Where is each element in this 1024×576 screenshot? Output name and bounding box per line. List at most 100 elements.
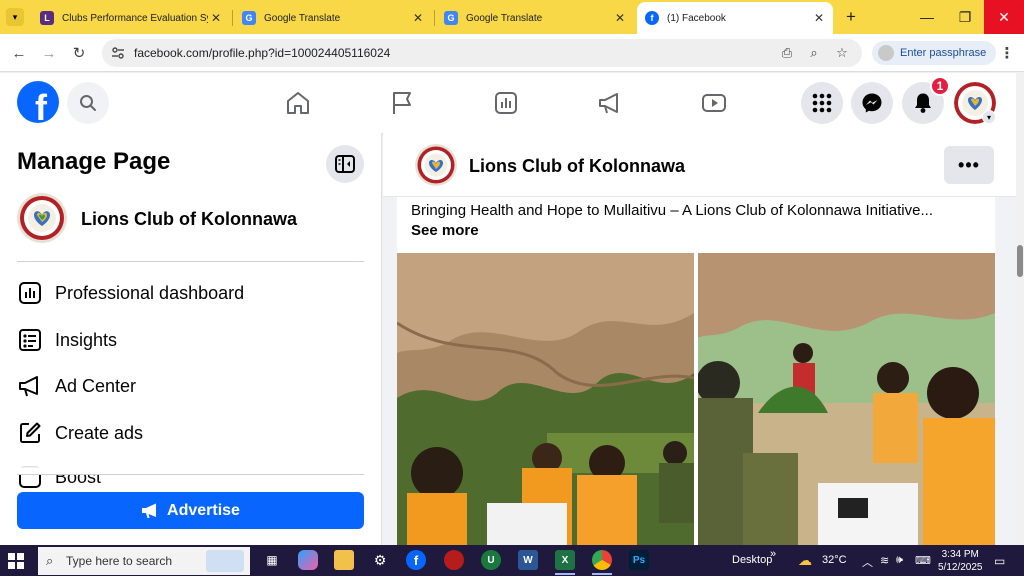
reload-button[interactable]: ↻ (68, 42, 90, 64)
volume-icon[interactable]: 🕪 (896, 554, 903, 567)
enter-passphrase-button[interactable]: Enter passphrase (872, 41, 997, 65)
task-view-icon[interactable]: ▦ (262, 550, 282, 570)
keyboard-icon[interactable]: ⌨ (915, 554, 931, 567)
megaphone-icon (142, 503, 157, 518)
back-button[interactable]: ← (8, 42, 30, 64)
copilot-icon[interactable] (298, 550, 318, 570)
megaphone-icon (17, 373, 43, 399)
close-icon[interactable]: ✕ (410, 11, 426, 25)
page-avatar[interactable] (17, 193, 67, 243)
sidebar-item-insights[interactable]: Insights (17, 318, 364, 362)
photoshop-icon[interactable]: Ps (629, 550, 649, 570)
post-author-name[interactable]: Lions Club of Kolonnawa (469, 156, 685, 177)
bookmark-star-icon[interactable]: ☆ (834, 45, 850, 61)
close-icon[interactable]: ✕ (612, 11, 628, 25)
tab-search-dropdown[interactable]: ▾ (6, 8, 24, 26)
browser-tab-facebook[interactable]: f (1) Facebook ✕ (637, 2, 833, 34)
search-button[interactable] (67, 82, 109, 124)
settings-icon[interactable]: ⚙ (370, 550, 390, 570)
close-icon[interactable]: ✕ (208, 11, 224, 25)
search-icon: ⌕ (46, 553, 54, 568)
ads-nav[interactable] (592, 85, 628, 121)
word-icon[interactable]: W (518, 550, 538, 570)
advertise-button[interactable]: Advertise (17, 492, 364, 529)
search-icon (80, 95, 96, 111)
browser-tab-clubs[interactable]: L Clubs Performance Evaluation Syst ✕ (32, 4, 230, 32)
profile-avatar-icon (878, 45, 894, 61)
google-translate-icon: G (444, 11, 458, 25)
close-window-button[interactable]: ✕ (984, 0, 1024, 34)
red-app-icon[interactable] (444, 550, 464, 570)
tab-title: Clubs Performance Evaluation Syst (62, 12, 208, 24)
main-feed: Lions Club of Kolonnawa ••• Bringing Hea… (383, 133, 1016, 545)
desktop-toolbar-label[interactable]: Desktop (732, 554, 772, 566)
insights-icon (17, 327, 43, 353)
post-photo[interactable] (397, 253, 694, 545)
restore-button[interactable]: ❐ (944, 0, 986, 34)
clock-time: 3:34 PM (941, 549, 979, 560)
file-explorer-icon[interactable] (334, 550, 354, 570)
facebook-logo[interactable]: f (17, 81, 59, 123)
sidebar-item-professional-dashboard[interactable]: Professional dashboard (17, 271, 364, 315)
menu-button[interactable] (801, 82, 843, 124)
see-more-link[interactable]: See more (411, 222, 479, 239)
browser-tab-strip: ▾ L Clubs Performance Evaluation Syst ✕ … (0, 0, 1024, 34)
sidebar-item-create-ads[interactable]: Create ads (17, 411, 364, 455)
messenger-icon (862, 93, 882, 113)
facebook-app-icon[interactable]: f (406, 550, 426, 570)
sidebar-toggle-icon (335, 155, 355, 173)
bar-chart-icon (495, 92, 517, 114)
grid-menu-icon (812, 93, 832, 113)
address-bar[interactable]: facebook.com/profile.php?id=100024405116… (102, 39, 862, 67)
zoom-icon[interactable]: ⌕ (806, 45, 822, 61)
upwork-icon[interactable]: U (481, 550, 501, 570)
page-scrollbar[interactable] (1016, 73, 1024, 545)
temperature[interactable]: 32°C (822, 554, 847, 566)
windows-start-icon[interactable] (8, 553, 24, 569)
chevron-right-icon[interactable]: » (770, 548, 776, 560)
sidebar-item-label: Insights (55, 329, 118, 350)
video-nav[interactable] (696, 85, 732, 121)
wifi-icon[interactable]: ≋ (880, 554, 889, 567)
new-tab-button[interactable]: + (842, 7, 860, 27)
browser-menu-icon[interactable]: ⋮ (996, 42, 1018, 64)
collapse-sidebar-button[interactable] (326, 145, 364, 183)
weather-icon[interactable]: ☁ (798, 552, 812, 569)
post-text: Bringing Health and Hope to Mullaitivu –… (411, 202, 933, 219)
divider (17, 474, 364, 475)
pages-nav[interactable] (384, 85, 420, 121)
home-nav[interactable] (280, 85, 316, 121)
forward-button[interactable]: → (38, 42, 60, 64)
taskbar-search[interactable]: ⌕ Type here to search (38, 547, 250, 575)
manage-page-sidebar: Manage Page Lions Club of Kolonnawa Prof… (0, 133, 382, 545)
post-photo[interactable] (698, 253, 995, 545)
minimize-button[interactable]: — (906, 0, 948, 34)
scrollbar-thumb[interactable] (1017, 245, 1023, 277)
chrome-icon[interactable] (592, 550, 612, 570)
insights-nav[interactable] (488, 85, 524, 121)
clock[interactable]: 3:34 PM 5/12/2025 (938, 548, 983, 574)
notification-center-icon[interactable]: ▭ (994, 554, 1005, 568)
page-name[interactable]: Lions Club of Kolonnawa (81, 209, 297, 230)
facebook-icon: f (645, 11, 659, 25)
close-icon[interactable]: ✕ (811, 11, 827, 25)
flag-icon (393, 92, 411, 114)
chevron-down-icon[interactable]: ▾ (982, 110, 996, 124)
search-highlight-icon (206, 550, 244, 572)
install-app-icon[interactable]: ⎙ (779, 45, 795, 61)
post-card: Bringing Health and Hope to Mullaitivu –… (397, 197, 995, 545)
clock-date: 5/12/2025 (938, 562, 983, 573)
home-icon (287, 92, 309, 114)
notification-badge: 1 (930, 76, 950, 96)
logo-letter: f (35, 87, 47, 123)
excel-icon[interactable]: X (555, 550, 575, 570)
browser-tab-translate-2[interactable]: G Google Translate ✕ (436, 4, 634, 32)
messenger-button[interactable] (851, 82, 893, 124)
post-author-avatar[interactable] (415, 144, 457, 186)
browser-tab-translate-1[interactable]: G Google Translate ✕ (234, 4, 432, 32)
sidebar-item-ad-center[interactable]: Ad Center (17, 364, 364, 408)
chevron-up-icon[interactable]: ︿ (862, 554, 873, 570)
more-options-button[interactable]: ••• (944, 146, 994, 184)
site-info-icon[interactable] (110, 45, 126, 61)
divider (17, 261, 364, 262)
